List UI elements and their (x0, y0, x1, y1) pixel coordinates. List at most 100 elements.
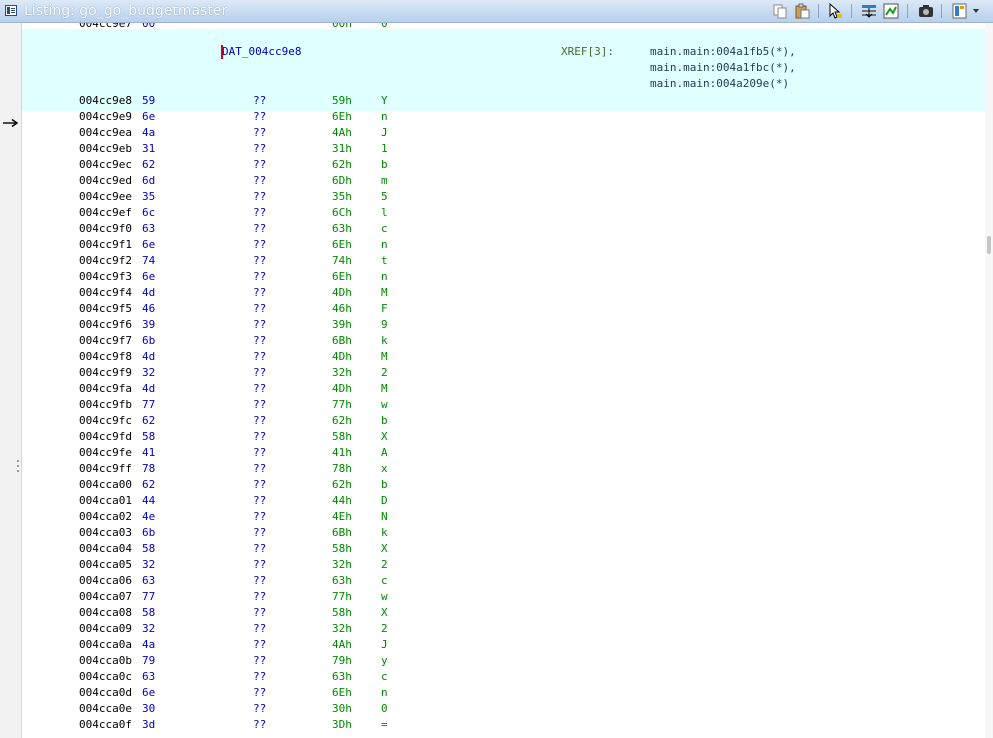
listing-row[interactable]: 004cca09 32?? 32h 2 (22, 621, 985, 637)
snapshot-icon[interactable] (916, 2, 936, 20)
data-label[interactable]: DAT_004cc9e8 (222, 45, 301, 58)
listing-row[interactable]: 004cc9f9 32?? 32h 2 (22, 365, 985, 381)
row-mnemonic: ?? (253, 94, 267, 107)
row-mnemonic: ?? (253, 654, 267, 667)
diff-icon[interactable] (881, 2, 901, 20)
row-char-value: M (381, 382, 388, 395)
cursor-select-icon[interactable] (825, 2, 845, 20)
row-address: 004cc9fe (79, 446, 132, 459)
row-byte: 4d (142, 382, 156, 395)
listing-row[interactable]: 004cca0d 6e?? 6Eh n (22, 685, 985, 701)
row-mnemonic: ?? (253, 718, 267, 731)
row-byte: 62 (142, 478, 156, 491)
listing-row[interactable]: 004cca0c 63?? 63h c (22, 669, 985, 685)
listing-row[interactable]: 004cca0a 4a?? 4Ah J (22, 637, 985, 653)
listing-row[interactable]: 004cca0e 30?? 30h 0 (22, 701, 985, 717)
listing-row[interactable]: 004cca05 32?? 32h 2 (22, 557, 985, 573)
vertical-scrollbar[interactable] (985, 23, 993, 738)
listing-row[interactable]: 004cca03 6b?? 6Bh k (22, 525, 985, 541)
row-hex-value: 32h (332, 558, 352, 571)
row-mnemonic: ?? (253, 526, 267, 539)
xref-link[interactable]: main.main:004a1fb5(*), (650, 45, 796, 58)
listing-row[interactable]: 004cc9ef 6c?? 6Ch l (22, 205, 985, 221)
listing-row[interactable]: 004cc9f6 39?? 39h 9 (22, 317, 985, 333)
listing-row[interactable]: 004cc9f5 46?? 46h F (22, 301, 985, 317)
xref-link[interactable]: main.main:004a1fbc(*), (650, 61, 796, 74)
listing-row[interactable]: 004cca07 77?? 77h w (22, 589, 985, 605)
listing-row[interactable]: 004cc9ec 62?? 62h b (22, 157, 985, 173)
listing-row[interactable]: 004cc9f7 6b?? 6Bh k (22, 333, 985, 349)
listing-row[interactable]: 004cc9fd 58?? 58h X (22, 429, 985, 445)
listing-row[interactable]: 004cca04 58?? 58h X (22, 541, 985, 557)
row-hex-value: 6Eh (332, 686, 352, 699)
scrollbar-thumb[interactable] (987, 236, 991, 254)
row-byte: 6b (142, 526, 156, 539)
listing-row[interactable]: 004cc9e9 6e?? 6Eh n (22, 109, 985, 125)
row-mnemonic: ?? (253, 414, 267, 427)
listing-row[interactable]: 004cc9fb 77?? 77h w (22, 397, 985, 413)
listing-row[interactable]: 004cc9ea 4a?? 4Ah J (22, 125, 985, 141)
listing-row[interactable]: 004cc9e8 59?? 59h Y (22, 93, 985, 109)
xref-link[interactable]: main.main:004a209e(*) (650, 77, 789, 90)
row-address: 004cc9e8 (79, 94, 132, 107)
row-address: 004cca08 (79, 606, 132, 619)
row-hex-value: 62h (332, 158, 352, 171)
listing-row[interactable]: 004cc9f4 4d?? 4Dh M (22, 285, 985, 301)
row-byte: 6e (142, 238, 156, 251)
row-char-value: 0 (381, 702, 388, 715)
listing-row[interactable]: 004cc9fa 4d?? 4Dh M (22, 381, 985, 397)
listing-row[interactable]: 004cc9f1 6e?? 6Eh n (22, 237, 985, 253)
field-navigate-icon[interactable] (859, 2, 879, 20)
listing-row[interactable]: 004cca00 62?? 62h b (22, 477, 985, 493)
row-byte: 32 (142, 366, 156, 379)
listing-row[interactable]: 004cca02 4e?? 4Eh N (22, 509, 985, 525)
listing-view[interactable]: 004cc9e7 00 00h 0 DAT_004cc9e8 XREF[3]: … (22, 23, 985, 738)
row-mnemonic: ?? (253, 206, 267, 219)
row-byte: 6e (142, 270, 156, 283)
row-address: 004cc9fd (79, 430, 132, 443)
listing-row[interactable]: 004cc9f3 6e?? 6Eh n (22, 269, 985, 285)
listing-row[interactable]: 004cc9fe 41?? 41h A (22, 445, 985, 461)
listing-row[interactable]: 004cc9f2 74?? 74h t (22, 253, 985, 269)
row-address: 004cc9ff (79, 462, 132, 475)
dropdown-arrow-icon[interactable] (970, 2, 982, 20)
row-address: 004cc9f2 (79, 254, 132, 267)
row-hex-value: 62h (332, 478, 352, 491)
listing-row[interactable]: 004cc9ed 6d?? 6Dh m (22, 173, 985, 189)
row-mnemonic: ?? (253, 126, 267, 139)
row-char-value: D (381, 494, 388, 507)
row-byte: 3d (142, 718, 156, 731)
row-byte: 74 (142, 254, 156, 267)
paste-icon[interactable] (792, 2, 812, 20)
row-char-value: c (381, 574, 388, 587)
row-hex-value: 41h (332, 446, 352, 459)
row-char-value: k (381, 334, 388, 347)
listing-row[interactable]: 004cc9eb 31?? 31h 1 (22, 141, 985, 157)
row-address: 004cc9f8 (79, 350, 132, 363)
listing-row[interactable]: 004cca06 63?? 63h c (22, 573, 985, 589)
row-address: 004cc9ed (79, 174, 132, 187)
row-mnemonic: ?? (253, 494, 267, 507)
row-mnemonic: ?? (253, 558, 267, 571)
row-address: 004cc9f1 (79, 238, 132, 251)
row-byte: 79 (142, 654, 156, 667)
row-byte: 62 (142, 158, 156, 171)
row-address: 004cca0d (79, 686, 132, 699)
listing-row[interactable]: 004cc9f8 4d?? 4Dh M (22, 349, 985, 365)
row-byte: 4d (142, 286, 156, 299)
listing-row[interactable]: 004cca08 58?? 58h X (22, 605, 985, 621)
row-byte: 44 (142, 494, 156, 507)
listing-row[interactable]: 004cca0b 79?? 79h y (22, 653, 985, 669)
listing-row[interactable]: 004cca01 44?? 44h D (22, 493, 985, 509)
display-options-icon[interactable] (950, 2, 970, 20)
listing-row[interactable]: 004cc9ee 35?? 35h 5 (22, 189, 985, 205)
row-mnemonic: ?? (253, 158, 267, 171)
listing-row[interactable]: 004cc9f0 63?? 63h c (22, 221, 985, 237)
listing-row[interactable]: 004cc9fc 62?? 62h b (22, 413, 985, 429)
panel-resize-grip[interactable] (17, 460, 20, 476)
listing-row[interactable]: 004cc9ff 78?? 78h x (22, 461, 985, 477)
copy-icon[interactable] (770, 2, 790, 20)
row-char-value: n (381, 686, 388, 699)
row-mnemonic: ?? (253, 670, 267, 683)
listing-row[interactable]: 004cca0f 3d?? 3Dh = (22, 717, 985, 733)
